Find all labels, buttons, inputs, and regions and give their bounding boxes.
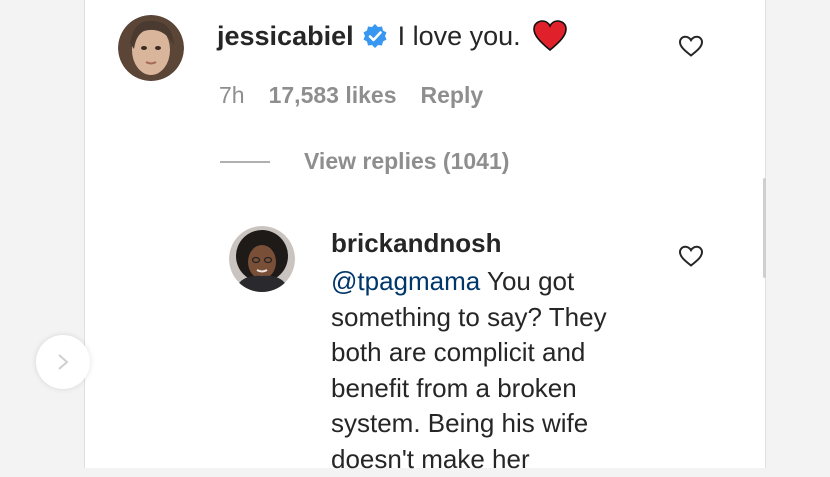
comment-likes[interactable]: 17,583 likes — [269, 82, 397, 109]
previous-post-button[interactable] — [36, 335, 90, 389]
avatar-image — [118, 15, 184, 81]
mention-link[interactable]: @tpagmama — [331, 266, 480, 296]
comment-username[interactable]: jessicabiel — [217, 21, 354, 52]
avatar-image — [229, 226, 295, 292]
like-comment-icon[interactable] — [678, 34, 704, 58]
view-replies-button[interactable]: View replies (1041) — [220, 148, 509, 175]
scrollbar[interactable] — [763, 178, 766, 278]
view-replies-label: View replies (1041) — [304, 148, 510, 174]
like-reply-icon[interactable] — [678, 244, 704, 268]
reply-button[interactable]: Reply — [421, 82, 484, 109]
comment-text: I love you. — [397, 20, 521, 51]
avatar-jessicabiel[interactable] — [118, 15, 184, 81]
reply-text: @tpagmama You got something to say? They… — [331, 264, 661, 477]
comment-header: jessicabiel I love you. — [217, 16, 567, 56]
comment-meta: 7h 17,583 likes Reply — [219, 82, 483, 109]
comment-time[interactable]: 7h — [219, 82, 245, 109]
reply-body: You got something to say? They both are … — [331, 266, 607, 474]
avatar-brickandnosh[interactable] — [229, 226, 295, 292]
red-heart-emoji — [532, 20, 567, 52]
verified-badge-icon — [363, 24, 387, 48]
divider-line — [220, 160, 270, 163]
reply-username[interactable]: brickandnosh — [331, 228, 501, 259]
chevron-right-icon — [58, 354, 69, 370]
